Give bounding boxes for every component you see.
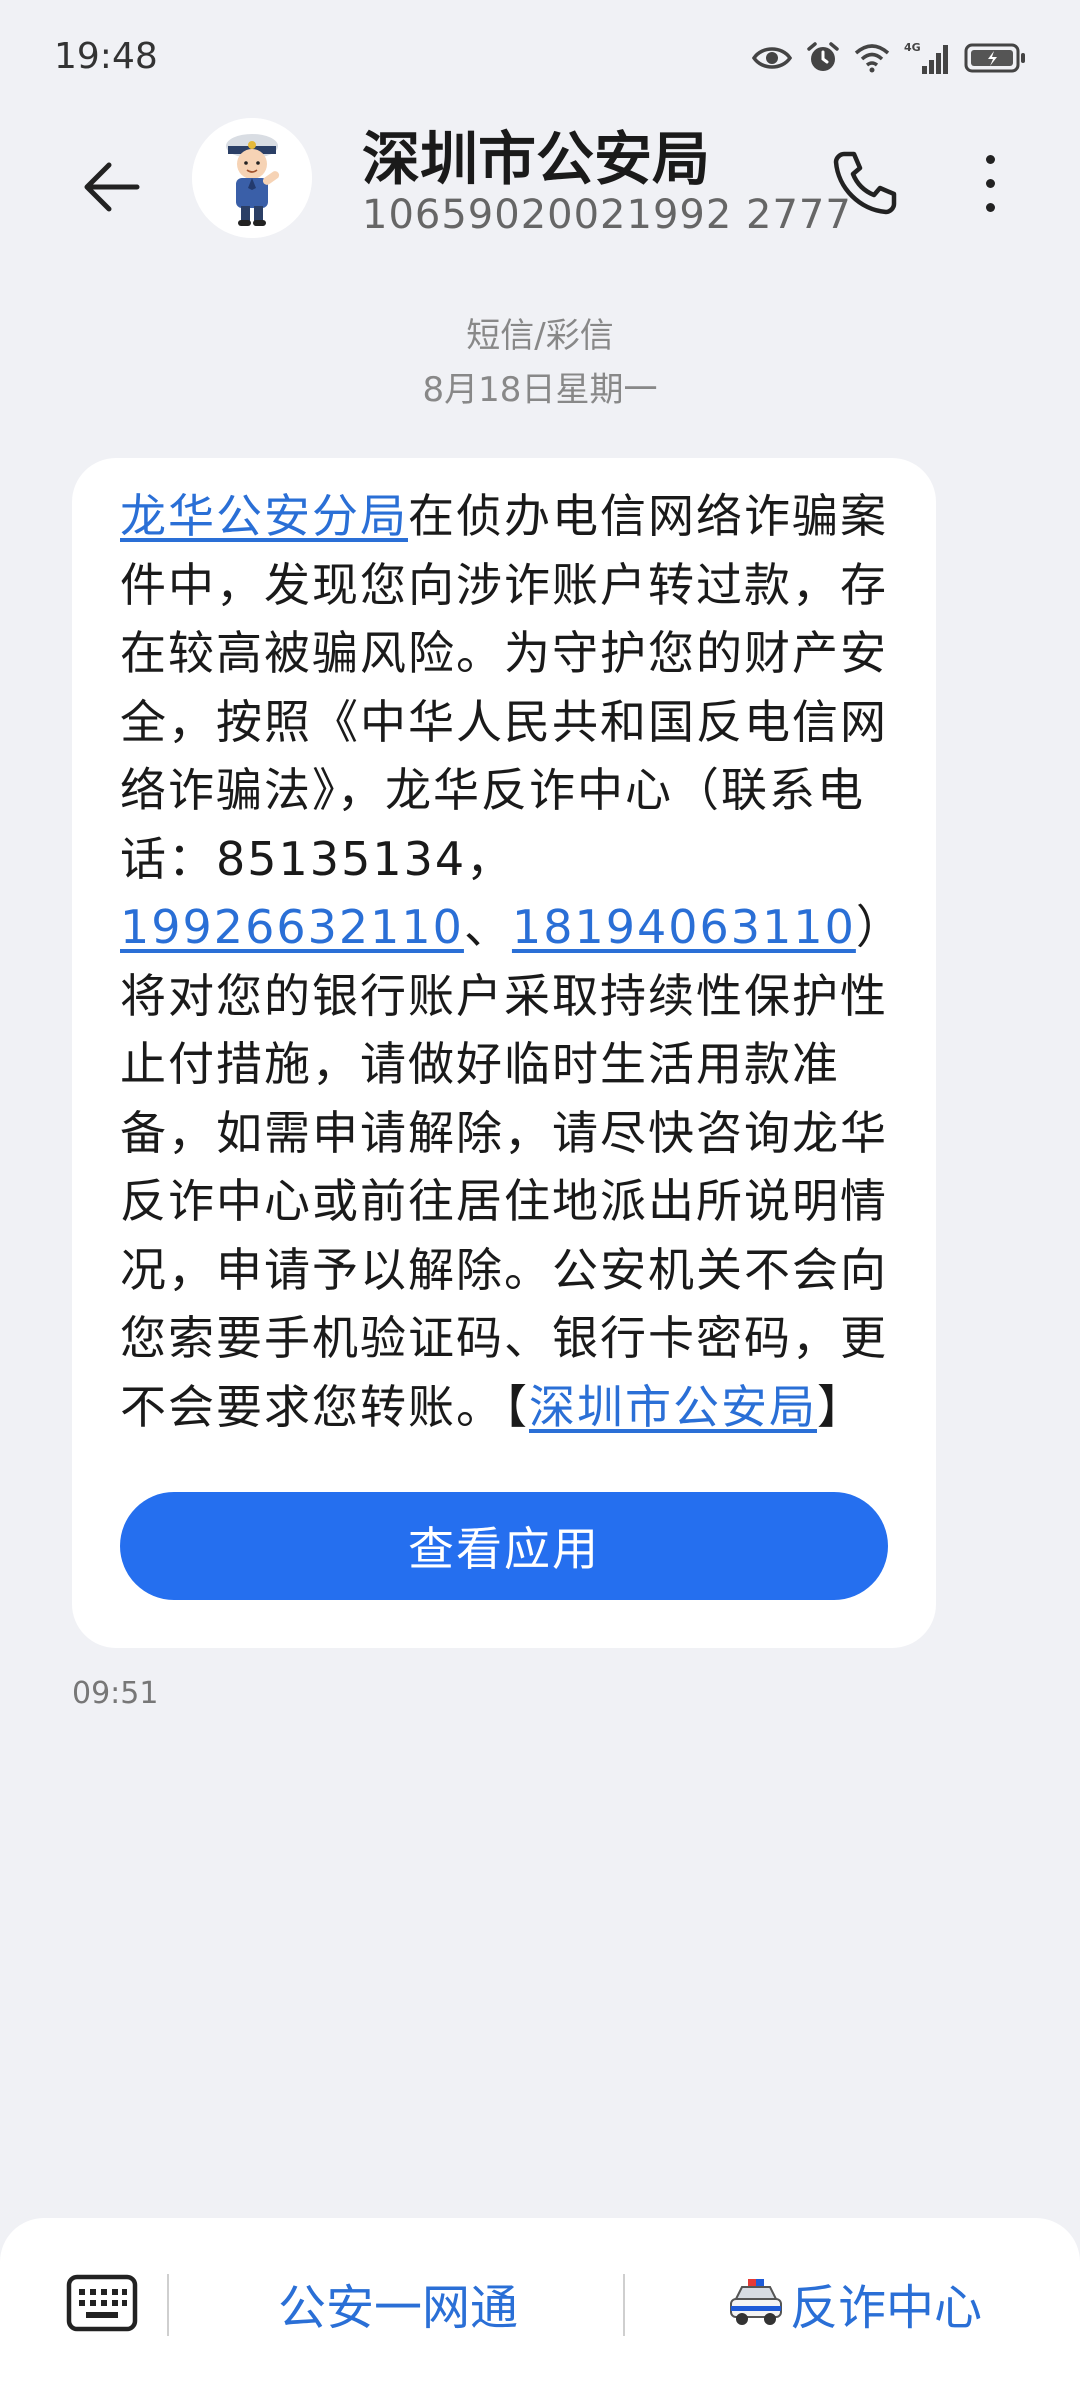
message-text: 龙华公安分局在侦办电信网络诈骗案件中，发现您向涉诈账户转过款，存在较高被骗风险。… <box>120 482 900 1441</box>
divider <box>623 2274 625 2336</box>
menu-anti-fraud-center[interactable]: 反诈中心 <box>728 2260 982 2346</box>
status-icons: 4G <box>752 36 1028 80</box>
eye-icon <box>752 44 792 72</box>
conversation-header: 深圳市公安局 10659020021992 2777 <box>0 118 1080 298</box>
keyboard-icon <box>66 2274 138 2332</box>
wifi-icon <box>854 43 890 73</box>
status-time: 19:48 <box>54 36 158 77</box>
avatar[interactable] <box>192 118 312 238</box>
battery-icon <box>964 42 1028 74</box>
message-text-part: 】 <box>817 1379 865 1434</box>
back-button[interactable] <box>66 142 156 232</box>
view-app-button[interactable]: 查看应用 <box>120 1492 888 1600</box>
bottom-menu-bar: 公安一网通 反诈中心 <box>0 2218 1080 2388</box>
message-bubble[interactable]: 龙华公安分局在侦办电信网络诈骗案件中，发现您向涉诈账户转过款，存在较高被骗风险。… <box>72 458 936 1648</box>
divider <box>167 2274 169 2336</box>
link-phone-2[interactable]: 18194063110 <box>512 900 856 954</box>
keyboard-button[interactable] <box>66 2272 138 2334</box>
more-vertical-icon <box>985 154 995 212</box>
menu-anti-fraud-label: 反诈中心 <box>790 2280 983 2336</box>
message-type-label: 短信/彩信 <box>466 316 614 356</box>
message-text-part: 在侦办电信网络诈骗案件中，发现您向涉诈账户转过款，存在较高被骗风险。为守护您的财… <box>120 489 888 886</box>
thread-date: 8月18日星期一 <box>422 370 658 410</box>
call-button[interactable] <box>820 138 910 228</box>
link-shenzhen-police[interactable]: 深圳市公安局 <box>529 1380 817 1434</box>
contact-name[interactable]: 深圳市公安局 <box>362 112 710 196</box>
alarm-icon <box>806 41 840 75</box>
message-text-part: ）将对您的银行账户采取持续性保护性止付措施，请做好临时生活用款准备，如需申请解除… <box>120 900 888 1434</box>
police-car-icon <box>730 2279 782 2325</box>
link-longhua-police[interactable]: 龙华公安分局 <box>120 489 408 543</box>
svg-text:4G: 4G <box>904 41 921 54</box>
link-phone-1[interactable]: 19926632110 <box>120 900 464 954</box>
back-arrow-icon <box>84 162 140 212</box>
message-text-part: 、 <box>463 900 512 954</box>
more-options-button[interactable] <box>950 138 1030 228</box>
police-avatar-icon <box>192 118 312 238</box>
menu-police-portal[interactable]: 公安一网通 <box>278 2260 518 2346</box>
phone-icon <box>833 151 897 215</box>
signal-4g-icon: 4G <box>904 40 950 76</box>
contact-number: 10659020021992 2777 <box>362 192 852 238</box>
status-bar: 19:48 4G <box>0 0 1080 118</box>
message-time: 09:51 <box>72 1676 159 1711</box>
